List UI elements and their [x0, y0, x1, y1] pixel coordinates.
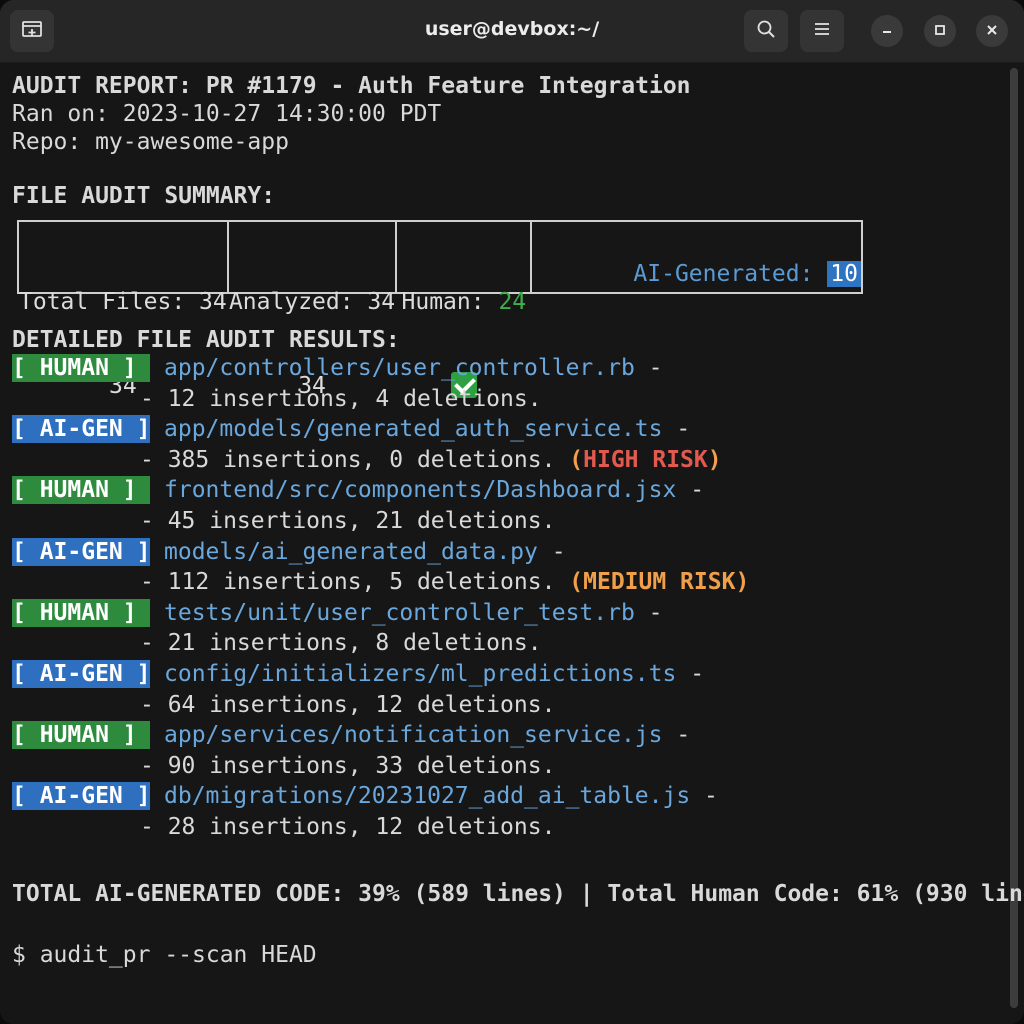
- ai-gen-tag: [ AI-GEN ]: [12, 537, 151, 566]
- path-dash: -: [634, 599, 663, 626]
- file-stats-text: - 90 insertions, 33 deletions.: [140, 752, 556, 779]
- path-dash: -: [634, 355, 663, 381]
- file-stats: - 45 insertions, 21 deletions.: [140, 507, 555, 535]
- file-path[interactable]: models/ai_generated_data.py -: [164, 538, 566, 566]
- summary-human-cell: Human: 24: [397, 222, 533, 398]
- human-tag: [ HUMAN ]: [12, 598, 150, 627]
- close-button[interactable]: [976, 15, 1008, 47]
- human-tag: [ HUMAN ]: [12, 721, 150, 750]
- minimize-button[interactable]: [871, 15, 903, 47]
- file-stats-text: - 64 insertions, 12 deletions.: [140, 691, 556, 718]
- report-heading: AUDIT REPORT: PR #1179 - Auth Feature In…: [12, 73, 691, 99]
- title-bar: user@devbox:~/: [0, 0, 1024, 63]
- summary-table: Total Files: 34 34 Analyzed: 34 34 Human…: [17, 220, 863, 399]
- file-stats: - 385 insertions, 0 deletions. (HIGH RIS…: [140, 446, 722, 474]
- file-stats: - 21 insertions, 8 deletions.: [140, 629, 542, 657]
- file-path-text[interactable]: config/initializers/ml_predictions.ts: [164, 661, 676, 687]
- file-stats-text: - 28 insertions, 12 deletions.: [140, 814, 556, 840]
- file-path[interactable]: app/services/notification_service.js -: [164, 721, 690, 749]
- summary-ai-label: AI-Generated:: [633, 261, 828, 287]
- terminal-window: user@devbox:~/ AUDIT REPORT: PR #1179 - …: [0, 0, 1024, 1024]
- file-stats: - 12 insertions, 4 deletions.: [140, 385, 542, 413]
- summary-ai-value: 10: [827, 261, 861, 287]
- summary-total-cell: Total Files: 34 34: [19, 222, 229, 399]
- file-path-text[interactable]: app/services/notification_service.js: [164, 722, 663, 748]
- path-dash: -: [662, 416, 691, 443]
- file-path-text[interactable]: tests/unit/user_controller_test.rb: [164, 600, 635, 626]
- file-path[interactable]: db/migrations/20231027_add_ai_table.js -: [164, 782, 718, 810]
- file-stats-text: - 385 insertions, 0 deletions.: [140, 446, 556, 473]
- risk-paren-open: (: [555, 446, 584, 473]
- path-dash: -: [676, 661, 705, 687]
- file-path[interactable]: app/models/generated_auth_service.ts -: [164, 415, 690, 443]
- totals-line: TOTAL AI-GENERATED CODE: 39% (589 lines)…: [12, 881, 1024, 907]
- maximize-button[interactable]: [924, 15, 956, 47]
- file-path-text[interactable]: frontend/src/components/Dashboard.jsx: [164, 477, 676, 503]
- human-tag: [ HUMAN ]: [12, 476, 150, 505]
- risk-paren-close: ): [707, 446, 722, 473]
- file-stats: - 64 insertions, 12 deletions.: [140, 691, 555, 719]
- repo-line: Repo: my-awesome-app: [12, 129, 289, 155]
- scrollbar-thumb[interactable]: [1010, 68, 1018, 1008]
- file-path[interactable]: config/initializers/ml_predictions.ts -: [164, 660, 704, 688]
- file-stats: - 28 insertions, 12 deletions.: [140, 813, 555, 841]
- path-dash: -: [662, 722, 691, 749]
- file-stats: - 112 insertions, 5 deletions. (MEDIUM R…: [140, 568, 749, 596]
- human-tag: [ HUMAN ]: [12, 354, 150, 382]
- summary-human-value: 24: [498, 289, 527, 315]
- menu-button[interactable]: [800, 10, 844, 52]
- summary-human-label: Human:: [401, 289, 499, 315]
- ai-gen-tag: [ AI-GEN ]: [12, 415, 151, 444]
- file-stats-text: - 112 insertions, 5 deletions.: [140, 569, 556, 596]
- summary-analyzed-label: Analyzed: 34: [228, 289, 396, 315]
- medium-risk-label: MEDIUM RISK: [583, 569, 736, 596]
- file-path[interactable]: frontend/src/components/Dashboard.jsx -: [164, 476, 704, 504]
- summary-analyzed-cell: Analyzed: 34 34: [229, 222, 398, 399]
- command-prompt[interactable]: $ audit_pr --scan HEAD: [12, 941, 317, 969]
- path-dash: -: [690, 783, 718, 810]
- ai-gen-tag: [ AI-GEN ]: [12, 660, 151, 688]
- file-path[interactable]: app/controllers/user_controller.rb -: [164, 354, 663, 382]
- minimize-icon: [880, 22, 894, 41]
- file-path[interactable]: tests/unit/user_controller_test.rb -: [164, 599, 663, 627]
- path-dash: -: [537, 538, 566, 565]
- file-stats-text: - 21 insertions, 8 deletions.: [140, 630, 542, 657]
- ran-on-line: Ran on: 2023-10-27 14:30:00 PDT: [12, 101, 442, 127]
- file-path-text[interactable]: app/controllers/user_controller.rb: [164, 355, 635, 381]
- maximize-icon: [933, 22, 947, 41]
- details-heading: DETAILED FILE AUDIT RESULTS:: [12, 327, 400, 353]
- file-stats: - 90 insertions, 33 deletions.: [140, 752, 555, 780]
- file-stats-text: - 45 insertions, 21 deletions.: [140, 508, 556, 534]
- risk-paren-open: (: [555, 569, 584, 596]
- file-path-text[interactable]: db/migrations/20231027_add_ai_table.js: [164, 783, 690, 809]
- file-path-text[interactable]: models/ai_generated_data.py: [164, 539, 538, 565]
- summary-heading: FILE AUDIT SUMMARY:: [12, 183, 276, 209]
- hamburger-menu-icon: [813, 21, 831, 41]
- search-button[interactable]: [744, 10, 788, 52]
- file-path-text[interactable]: app/models/generated_auth_service.ts: [164, 416, 663, 442]
- ai-gen-tag: [ AI-GEN ]: [12, 782, 151, 811]
- search-icon: [756, 19, 776, 43]
- close-icon: [985, 22, 999, 41]
- file-stats-text: - 12 insertions, 4 deletions.: [140, 385, 542, 412]
- high-risk-label: HIGH RISK: [583, 446, 708, 473]
- path-dash: -: [676, 477, 705, 504]
- scrollbar[interactable]: [1010, 68, 1018, 1008]
- summary-ai-cell: AI-Generated: 10: [532, 222, 861, 292]
- risk-paren-close: ): [735, 569, 750, 596]
- summary-total-label: Total Files: 34: [19, 289, 227, 315]
